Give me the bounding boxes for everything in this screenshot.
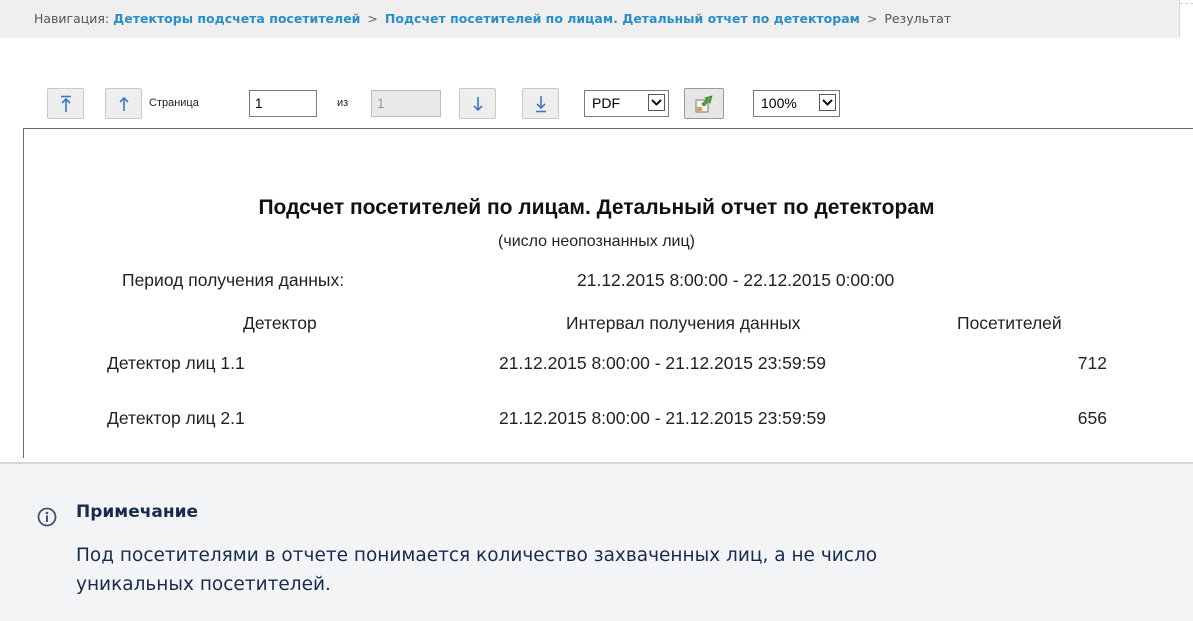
export-document-icon (695, 94, 713, 112)
row-detector-name: Детектор лиц 1.1 (107, 353, 245, 373)
report-subtitle: (число неопознанных лиц) (498, 233, 695, 250)
row-visitors: 712 (1077, 353, 1107, 373)
arrow-to-bottom-icon (535, 95, 546, 112)
breadcrumb-link-report[interactable]: Подсчет посетителей по лицам. Детальный … (385, 11, 860, 26)
zoom-value: 100% (761, 95, 797, 111)
note-title: Примечание (76, 502, 199, 522)
chevron-down-icon (648, 94, 665, 111)
column-header-visitors: Посетителей (957, 313, 1062, 333)
export-button[interactable] (684, 88, 724, 119)
arrow-up-icon (118, 96, 129, 111)
previous-page-button[interactable] (105, 88, 142, 119)
next-page-button[interactable] (459, 88, 496, 119)
first-page-button[interactable] (47, 88, 84, 119)
row-detector-name: Детектор лиц 2.1 (107, 408, 245, 428)
info-icon (37, 507, 57, 527)
breadcrumb-current: Результат (884, 11, 952, 26)
period-label: Период получения данных: (122, 270, 345, 290)
breadcrumb-prefix: Навигация: (34, 11, 110, 26)
chevron-down-icon (819, 94, 836, 111)
note-body: Под посетителями в отчете понимается кол… (76, 545, 878, 595)
breadcrumb-separator: > (866, 11, 878, 26)
export-format-value: PDF (592, 95, 620, 111)
row-visitors: 656 (1077, 408, 1107, 428)
column-header-interval: Интервал получения данных (566, 313, 801, 333)
arrow-down-icon (472, 96, 483, 111)
period-value: 21.12.2015 8:00:00 - 22.12.2015 0:00:00 (577, 270, 895, 290)
note-panel: Примечание Под посетителями в отчете пон… (0, 462, 1193, 621)
page-of-label: из (337, 97, 349, 109)
breadcrumb: Навигация: Детекторы подсчета посетителе… (0, 0, 1180, 38)
row-interval: 21.12.2015 8:00:00 - 21.12.2015 23:59:59 (499, 408, 826, 428)
breadcrumb-link-detectors[interactable]: Детекторы подсчета посетителей (113, 11, 360, 26)
total-pages-field: 1 (371, 90, 441, 117)
export-format-select[interactable]: PDF (584, 90, 669, 117)
page-number-input[interactable]: 1 (249, 90, 317, 117)
zoom-select[interactable]: 100% (753, 90, 840, 117)
page-label: Страница (149, 97, 199, 109)
arrow-to-top-icon (60, 95, 71, 112)
last-page-button[interactable] (522, 88, 559, 119)
column-header-detector: Детектор (243, 313, 317, 333)
report-title: Подсчет посетителей по лицам. Детальный … (258, 196, 935, 219)
breadcrumb-separator: > (367, 11, 378, 26)
row-interval: 21.12.2015 8:00:00 - 21.12.2015 23:59:59 (499, 353, 826, 373)
